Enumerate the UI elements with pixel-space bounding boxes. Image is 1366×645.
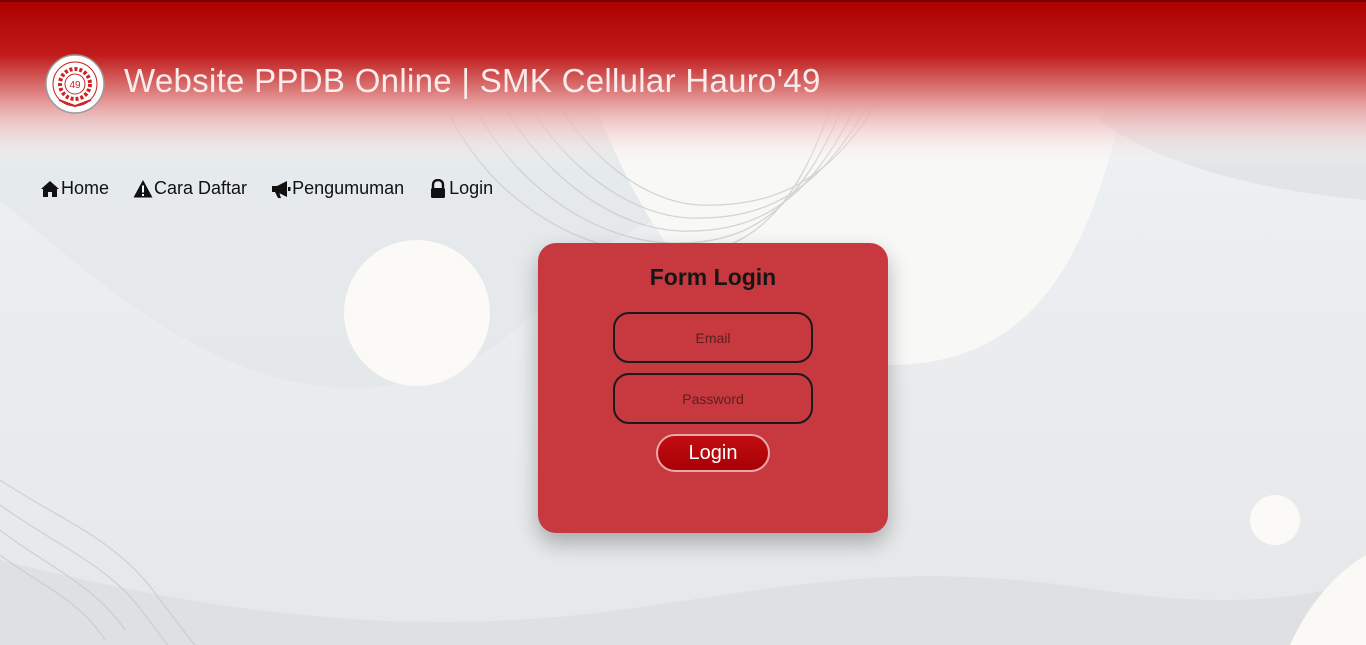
login-button[interactable]: Login	[656, 434, 770, 472]
email-input[interactable]	[613, 312, 813, 363]
nav-label: Pengumuman	[292, 178, 405, 198]
main-nav: Home Cara Daftar Pengumuman Login	[40, 178, 493, 199]
site-header: 49 Website PPDB Online | SMK Cellular Ha…	[0, 0, 1366, 170]
megaphone-icon	[272, 180, 291, 198]
nav-label: Cara Daftar	[154, 178, 248, 198]
password-input[interactable]	[613, 373, 813, 424]
school-logo: 49	[45, 54, 105, 114]
nav-item-home[interactable]: Home	[40, 178, 109, 199]
nav-item-login[interactable]: Login	[428, 178, 493, 199]
warning-icon	[133, 179, 153, 197]
nav-item-pengumuman[interactable]: Pengumuman	[271, 178, 404, 199]
form-title: Form Login	[649, 264, 777, 290]
lock-icon	[431, 178, 446, 198]
site-title: Website PPDB Online | SMK Cellular Hauro…	[124, 62, 821, 99]
nav-label: Login	[449, 178, 494, 198]
home-icon	[41, 180, 59, 197]
logo-text: 49	[69, 80, 81, 91]
nav-label: Home	[61, 178, 110, 198]
login-form-card: Form Login Login	[538, 243, 888, 533]
nav-item-cara-daftar[interactable]: Cara Daftar	[133, 178, 247, 199]
